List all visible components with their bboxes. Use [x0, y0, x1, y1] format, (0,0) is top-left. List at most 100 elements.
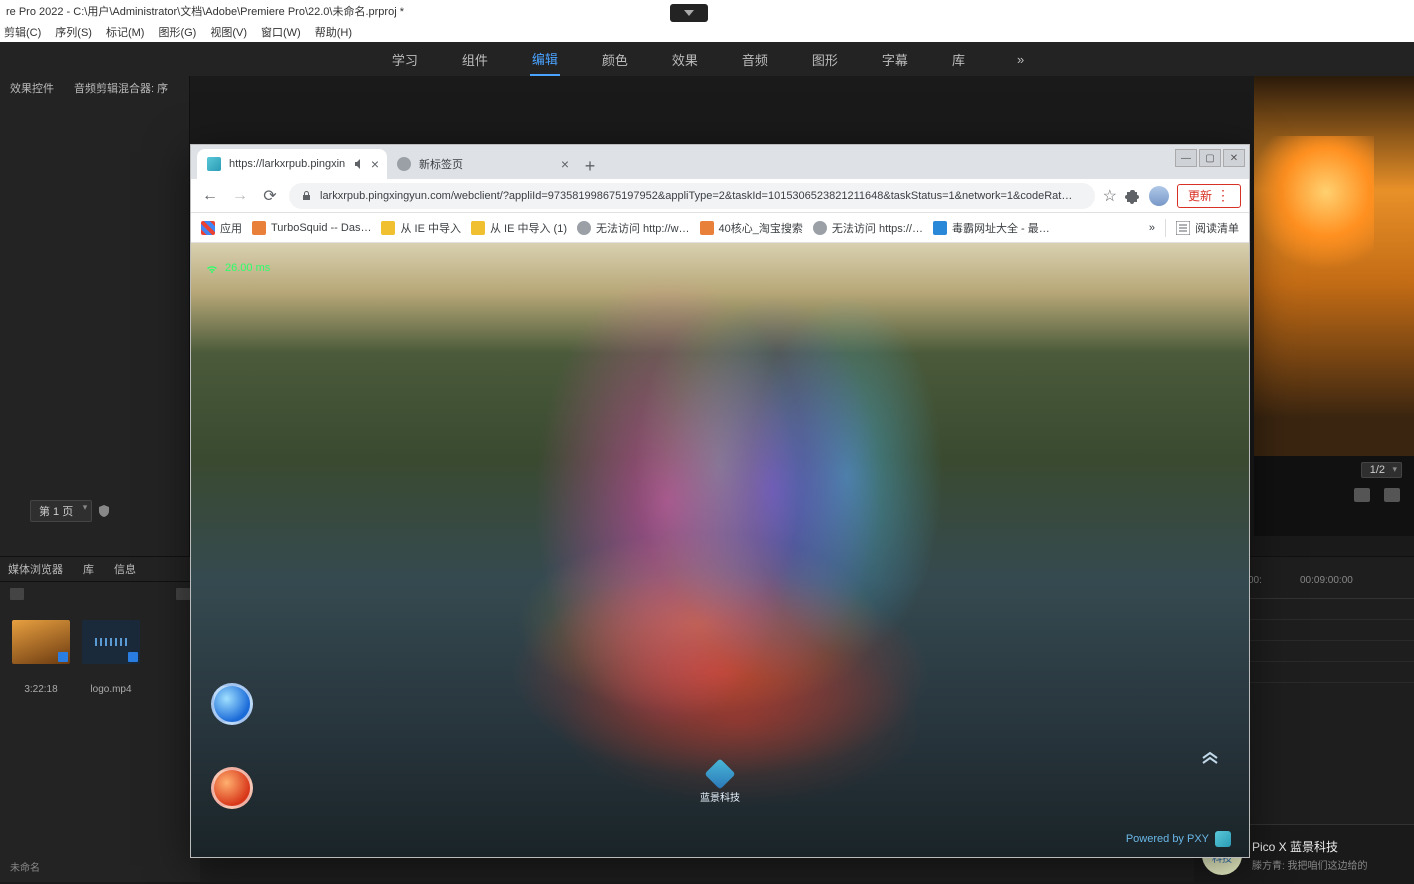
browser-tab[interactable]: 新标签页 × — [387, 149, 577, 179]
clip-thumbnail — [12, 620, 70, 664]
tab-effects[interactable]: 效果 — [670, 44, 700, 75]
extensions-icon[interactable] — [1125, 188, 1141, 204]
forward-button[interactable]: → — [229, 185, 251, 207]
tab-audio[interactable]: 音频 — [740, 44, 770, 75]
menu-item[interactable]: 帮助(H) — [315, 24, 352, 40]
tab-title: 新标签页 — [419, 156, 463, 172]
close-button[interactable]: ✕ — [1223, 149, 1245, 167]
bookmark-item[interactable]: 从 IE 中导入 — [381, 220, 461, 236]
lock-icon — [301, 190, 312, 201]
tab-learn[interactable]: 学习 — [390, 44, 420, 75]
program-preview[interactable] — [1254, 76, 1414, 456]
menu-item[interactable]: 剪辑(C) — [4, 24, 41, 40]
bin-icon[interactable] — [10, 588, 24, 600]
update-button[interactable]: 更新 ⋮ — [1177, 184, 1241, 208]
reading-list[interactable]: 阅读清单 — [1176, 220, 1239, 236]
tab-color[interactable]: 颜色 — [600, 44, 630, 75]
folder-icon[interactable] — [176, 588, 190, 600]
page-select: 第 1 页 — [30, 500, 189, 522]
latency-value: 26.00 ms — [225, 262, 270, 274]
center-logo: 蓝景科技 — [700, 763, 740, 804]
watermark-sub: 滕方青: 我把咱们这边给的 — [1252, 857, 1368, 872]
watermark-text: Pico X 蓝景科技 滕方青: 我把咱们这边给的 — [1252, 838, 1368, 872]
page-content[interactable]: 26.00 ms 蓝景科技 Powered by PXY — [191, 243, 1249, 857]
chevron-up-icon[interactable] — [1193, 743, 1227, 777]
browser-tab[interactable]: https://larkxrpub.pingxin × — [197, 149, 387, 179]
blue-orb-button[interactable] — [211, 683, 253, 725]
bookmark-item[interactable]: 从 IE 中导入 (1) — [471, 220, 567, 236]
source-panel: 效果控件 音频剪辑混合器: 序 第 1 页 — [0, 76, 190, 556]
wifi-icon — [205, 261, 219, 275]
powered-by: Powered by PXY — [1126, 831, 1231, 847]
star-icon[interactable]: ☆ — [1103, 186, 1117, 206]
tab-lib[interactable]: 库 — [83, 561, 94, 577]
title-text: re Pro 2022 - C:\用户\Administrator\文档\Ado… — [6, 3, 404, 19]
source-panel-tabs: 效果控件 音频剪辑混合器: 序 — [0, 76, 189, 100]
page-dropdown[interactable]: 第 1 页 — [30, 500, 92, 522]
timecode-mark: 00: — [1248, 575, 1262, 586]
avatar-icon[interactable] — [1149, 186, 1169, 206]
favicon-icon — [397, 157, 411, 171]
clip-thumbnail — [82, 620, 140, 664]
tab-close-icon[interactable]: × — [371, 156, 379, 172]
minimize-button[interactable]: — — [1175, 149, 1197, 167]
tab-media-browser[interactable]: 媒体浏览器 — [8, 561, 63, 577]
main-area: 效果控件 音频剪辑混合器: 序 第 1 页 1/2 媒体浏览器 库 — [0, 76, 1414, 884]
zoom-dropdown[interactable]: 1/2 — [1361, 462, 1402, 478]
project-thumbs: 3:22:18 logo.mp4 — [0, 606, 200, 701]
maximize-button[interactable]: ▢ — [1199, 149, 1221, 167]
red-orb-button[interactable] — [211, 767, 253, 809]
apps-shortcut[interactable]: 应用 — [201, 220, 242, 236]
project-toolbar — [0, 582, 200, 606]
menu-item[interactable]: 标记(M) — [106, 24, 145, 40]
tab-captions[interactable]: 字幕 — [880, 44, 910, 75]
menu-item[interactable]: 视图(V) — [210, 24, 247, 40]
premiere-titlebar: re Pro 2022 - C:\用户\Administrator\文档\Ado… — [0, 0, 1414, 22]
back-button[interactable]: ← — [199, 185, 221, 207]
project-tabs: 媒体浏览器 库 信息 — [0, 557, 200, 582]
bookmark-item[interactable]: TurboSquid -- Das… — [252, 221, 371, 235]
menu-item[interactable]: 窗口(W) — [261, 24, 301, 40]
chrome-tabstrip: https://larkxrpub.pingxin × 新标签页 × + — ▢… — [191, 145, 1249, 179]
window-controls: — ▢ ✕ — [1175, 149, 1245, 167]
panel-tab-effect-controls[interactable]: 效果控件 — [10, 80, 54, 96]
bookmarks-more-icon[interactable]: » — [1149, 222, 1155, 234]
panel-tab-audio-mixer[interactable]: 音频剪辑混合器: 序 — [74, 80, 168, 96]
titlebar-dropdown[interactable] — [670, 4, 708, 22]
shield-icon — [98, 505, 110, 517]
address-bar[interactable]: larkxrpub.pingxingyun.com/webclient/?app… — [289, 183, 1095, 209]
bookmark-item[interactable]: 无法访问 http://w… — [577, 220, 690, 236]
clip-label: 3:22:18 — [24, 684, 57, 695]
project-panel: 媒体浏览器 库 信息 3:22:18 logo.mp4 未命名 — [0, 557, 200, 882]
tab-edit[interactable]: 编辑 — [530, 43, 560, 76]
logo-icon — [704, 758, 735, 789]
bookmark-item[interactable]: 毒霸网址大全 - 最… — [933, 220, 1050, 236]
bookmark-item[interactable]: 40核心_淘宝搜索 — [700, 220, 803, 236]
menu-item[interactable]: 序列(S) — [55, 24, 92, 40]
tab-info[interactable]: 信息 — [114, 561, 136, 577]
project-footer: 未命名 — [0, 851, 200, 882]
audio-playing-icon[interactable] — [353, 158, 365, 170]
latency-indicator: 26.00 ms — [205, 261, 270, 275]
reload-button[interactable]: ⟳ — [259, 185, 281, 207]
tab-library[interactable]: 库 — [950, 44, 967, 75]
clip-thumb[interactable]: logo.mp4 — [82, 620, 140, 695]
menu-item[interactable]: 图形(G) — [158, 24, 196, 40]
tab-graphics[interactable]: 图形 — [810, 44, 840, 75]
tabs-more-icon[interactable]: » — [1017, 52, 1024, 67]
comparison-icon[interactable] — [1384, 488, 1400, 502]
clip-thumb[interactable]: 3:22:18 — [12, 620, 70, 695]
chrome-window: https://larkxrpub.pingxin × 新标签页 × + — ▢… — [190, 144, 1250, 858]
bookmark-item[interactable]: 无法访问 https://… — [813, 220, 923, 236]
tab-assembly[interactable]: 组件 — [460, 44, 490, 75]
bookmarks-bar: 应用 TurboSquid -- Das… 从 IE 中导入 从 IE 中导入 … — [191, 213, 1249, 243]
tab-close-icon[interactable]: × — [561, 156, 569, 172]
url-text: larkxrpub.pingxingyun.com/webclient/?app… — [320, 190, 1072, 202]
favicon-icon — [207, 157, 221, 171]
menubar: 剪辑(C) 序列(S) 标记(M) 图形(G) 视图(V) 窗口(W) 帮助(H… — [0, 22, 1414, 42]
program-icons — [1254, 484, 1414, 506]
export-frame-icon[interactable] — [1354, 488, 1370, 502]
clip-label: logo.mp4 — [90, 684, 131, 695]
new-tab-button[interactable]: + — [577, 153, 603, 179]
tab-title: https://larkxrpub.pingxin — [229, 158, 345, 170]
